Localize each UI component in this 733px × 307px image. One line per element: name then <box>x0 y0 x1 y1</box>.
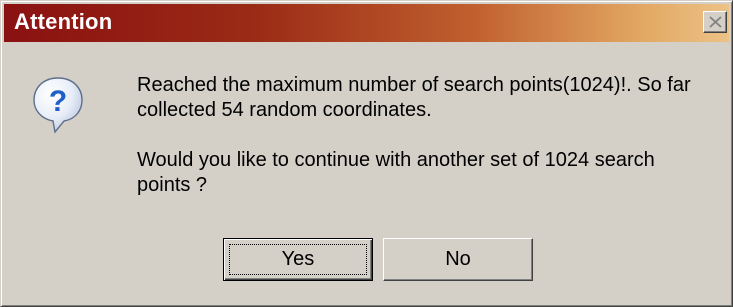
message-paragraph-2: Would you like to continue with another … <box>137 148 697 198</box>
close-button[interactable] <box>703 11 727 33</box>
yes-button-label: Yes <box>281 248 315 270</box>
message-line: collected 54 random coordinates. <box>137 99 432 121</box>
window-title: Attention <box>14 9 113 34</box>
svg-text:?: ? <box>49 85 67 118</box>
question-icon: ? <box>33 77 83 134</box>
message-line: points ? <box>137 174 208 196</box>
message-line: Would you like to continue with another … <box>137 149 655 171</box>
title-bar[interactable]: Attention <box>4 4 729 42</box>
message-line: Reached the maximum number of search poi… <box>137 74 691 96</box>
no-button-label: No <box>445 248 471 270</box>
no-button[interactable]: No <box>383 238 533 281</box>
attention-dialog: Attention ? Reached the maximum number o… <box>0 0 733 307</box>
close-icon <box>709 16 722 28</box>
yes-button[interactable]: Yes <box>223 238 373 281</box>
message-paragraph-1: Reached the maximum number of search poi… <box>137 73 697 123</box>
